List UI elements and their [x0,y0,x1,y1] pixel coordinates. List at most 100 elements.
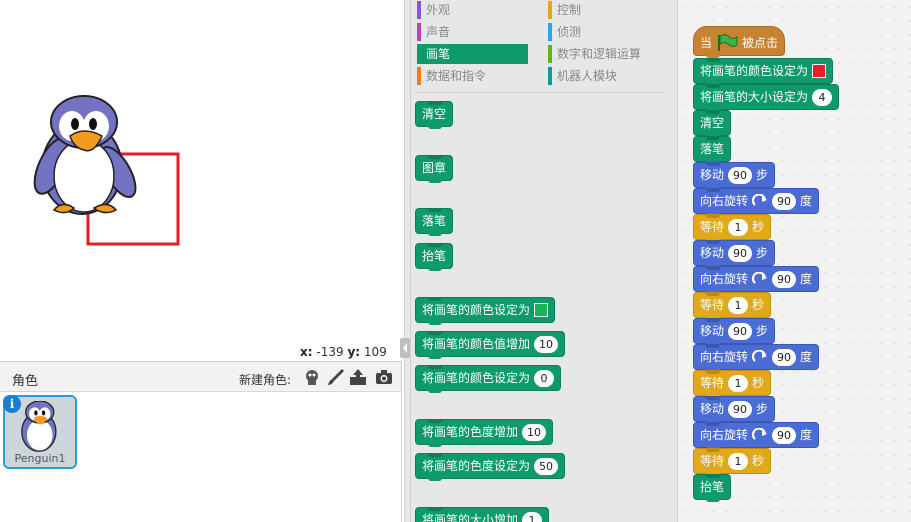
palette-change-pen-shade-block[interactable]: 将画笔的色度增加 10 [415,419,554,447]
color-swatch-green[interactable] [534,303,549,317]
block-label: 向右旋转 [700,194,749,208]
category-sensing[interactable]: 侦测 [548,22,664,42]
script-pen-up-block[interactable]: 抬笔 [693,474,732,502]
palette-set-pen-color-value-block[interactable]: 将画笔的颜色设定为 0 [415,365,562,393]
script-set-pen-size-block[interactable]: 将画笔的大小设定为 4 [693,84,840,112]
sprite-thumbnail[interactable]: i Penguin1 [3,395,77,469]
script-turn-right-block[interactable]: 向右旋转 90 度 [693,344,820,372]
number-input[interactable]: 90 [728,400,753,418]
paintbrush-icon[interactable] [326,367,346,387]
script-wait-block[interactable]: 等待 1 秒 [693,370,772,398]
palette-set-pen-color-block[interactable]: 将画笔的颜色设定为 [415,297,556,325]
number-input[interactable]: 90 [728,322,753,340]
script-move-block[interactable]: 移动 90 步 [693,162,776,190]
number-input[interactable]: 90 [772,426,797,444]
block-label: 秒 [752,298,765,312]
block-label: 当 [700,36,713,50]
stage[interactable] [0,0,404,343]
script-turn-right-block[interactable]: 向右旋转 90 度 [693,422,820,450]
block-label: 清空 [422,107,447,121]
number-input[interactable]: 1 [522,511,543,522]
category-sound[interactable]: 声音 [417,22,533,42]
penguin-thumb-icon [21,401,57,452]
when-flag-clicked-block[interactable]: 当 被点击 [693,26,786,58]
block-label: 等待 [700,298,725,312]
block-label: 秒 [752,376,765,390]
block-label: 移动 [700,402,725,416]
block-label: 将画笔的色度增加 [422,425,519,439]
block-label: 度 [800,428,813,442]
number-input[interactable]: 90 [772,192,797,210]
stage-canvas [33,95,180,246]
script-set-pen-color-block[interactable]: 将画笔的颜色设定为 [693,58,834,86]
script-clear-block[interactable]: 清空 [693,110,732,138]
block-label: 等待 [700,454,725,468]
block-label: 移动 [700,246,725,260]
sprite-pane: 角色 新建角色: i Penguin1 [0,361,402,522]
y-label: y: [347,345,361,359]
block-label: 度 [800,350,813,364]
palette-pen-up-block[interactable]: 抬笔 [415,243,454,271]
number-input[interactable]: 50 [534,457,559,475]
number-input[interactable]: 90 [728,166,753,184]
block-label: 度 [800,272,813,286]
block-label: 将画笔的大小设定为 [700,90,809,104]
number-input[interactable]: 4 [812,88,833,106]
palette-change-pen-size-block[interactable]: 将画笔的大小增加 1 [415,507,550,522]
script-area[interactable]: 当 被点击 将画笔的颜色设定为 将画笔的大小设定为 4 清空 落笔 移动 90 … [678,0,911,522]
category-control[interactable]: 控制 [548,0,664,20]
script-wait-block[interactable]: 等待 1 秒 [693,448,772,476]
palette-change-pen-color-block[interactable]: 将画笔的颜色值增加 10 [415,331,566,359]
palette-set-pen-shade-block[interactable]: 将画笔的色度设定为 50 [415,453,566,481]
script-wait-block[interactable]: 等待 1 秒 [693,214,772,242]
number-input[interactable]: 90 [772,348,797,366]
category-looks[interactable]: 外观 [417,0,533,20]
script-move-block[interactable]: 移动 90 步 [693,396,776,424]
block-label: 抬笔 [700,480,725,494]
category-robots[interactable]: 机器人模块 [548,66,664,86]
script-move-block[interactable]: 移动 90 步 [693,240,776,268]
collapse-stage-arrow-icon[interactable] [400,338,410,358]
x-value: -139 [316,345,344,359]
camera-icon[interactable] [374,367,394,387]
number-input[interactable]: 90 [728,244,753,262]
palette-clear-block[interactable]: 清空 [415,101,454,129]
block-label: 落笔 [422,214,447,228]
script-move-block[interactable]: 移动 90 步 [693,318,776,346]
block-label: 向右旋转 [700,428,749,442]
block-label: 等待 [700,376,725,390]
number-input[interactable]: 90 [772,270,797,288]
script-turn-right-block[interactable]: 向右旋转 90 度 [693,188,820,216]
x-label: x: [300,345,313,359]
number-input[interactable]: 10 [522,423,547,441]
block-label: 将画笔的色度设定为 [422,459,531,473]
script-turn-right-block[interactable]: 向右旋转 90 度 [693,266,820,294]
block-label: 将画笔的颜色设定为 [422,303,531,317]
block-label: 将画笔的大小增加 [422,513,519,522]
palette-divider [415,92,665,93]
number-input[interactable]: 0 [534,369,555,387]
block-label: 步 [756,402,769,416]
script-pen-down-block[interactable]: 落笔 [693,136,732,164]
block-label: 落笔 [700,142,725,156]
turn-right-icon [752,350,768,362]
choose-sprite-from-library-icon[interactable] [302,367,322,387]
script-wait-block[interactable]: 等待 1 秒 [693,292,772,320]
palette-pen-down-block[interactable]: 落笔 [415,208,454,236]
number-input[interactable]: 10 [534,335,559,353]
upload-icon[interactable] [348,367,368,387]
number-input[interactable]: 1 [728,452,749,470]
color-swatch-red[interactable] [812,64,827,78]
block-label: 将画笔的颜色设定为 [700,64,809,78]
pane-splitter[interactable] [404,0,411,522]
number-input[interactable]: 1 [728,218,749,236]
category-pen[interactable]: 画笔 [417,44,528,64]
palette-stamp-block[interactable]: 图章 [415,155,454,183]
category-operators[interactable]: 数字和逻辑运算 [548,44,664,64]
block-label: 被点击 [742,36,779,50]
block-label: 移动 [700,324,725,338]
category-data[interactable]: 数据和指令 [417,66,533,86]
number-input[interactable]: 1 [728,296,749,314]
block-label: 度 [800,194,813,208]
number-input[interactable]: 1 [728,374,749,392]
